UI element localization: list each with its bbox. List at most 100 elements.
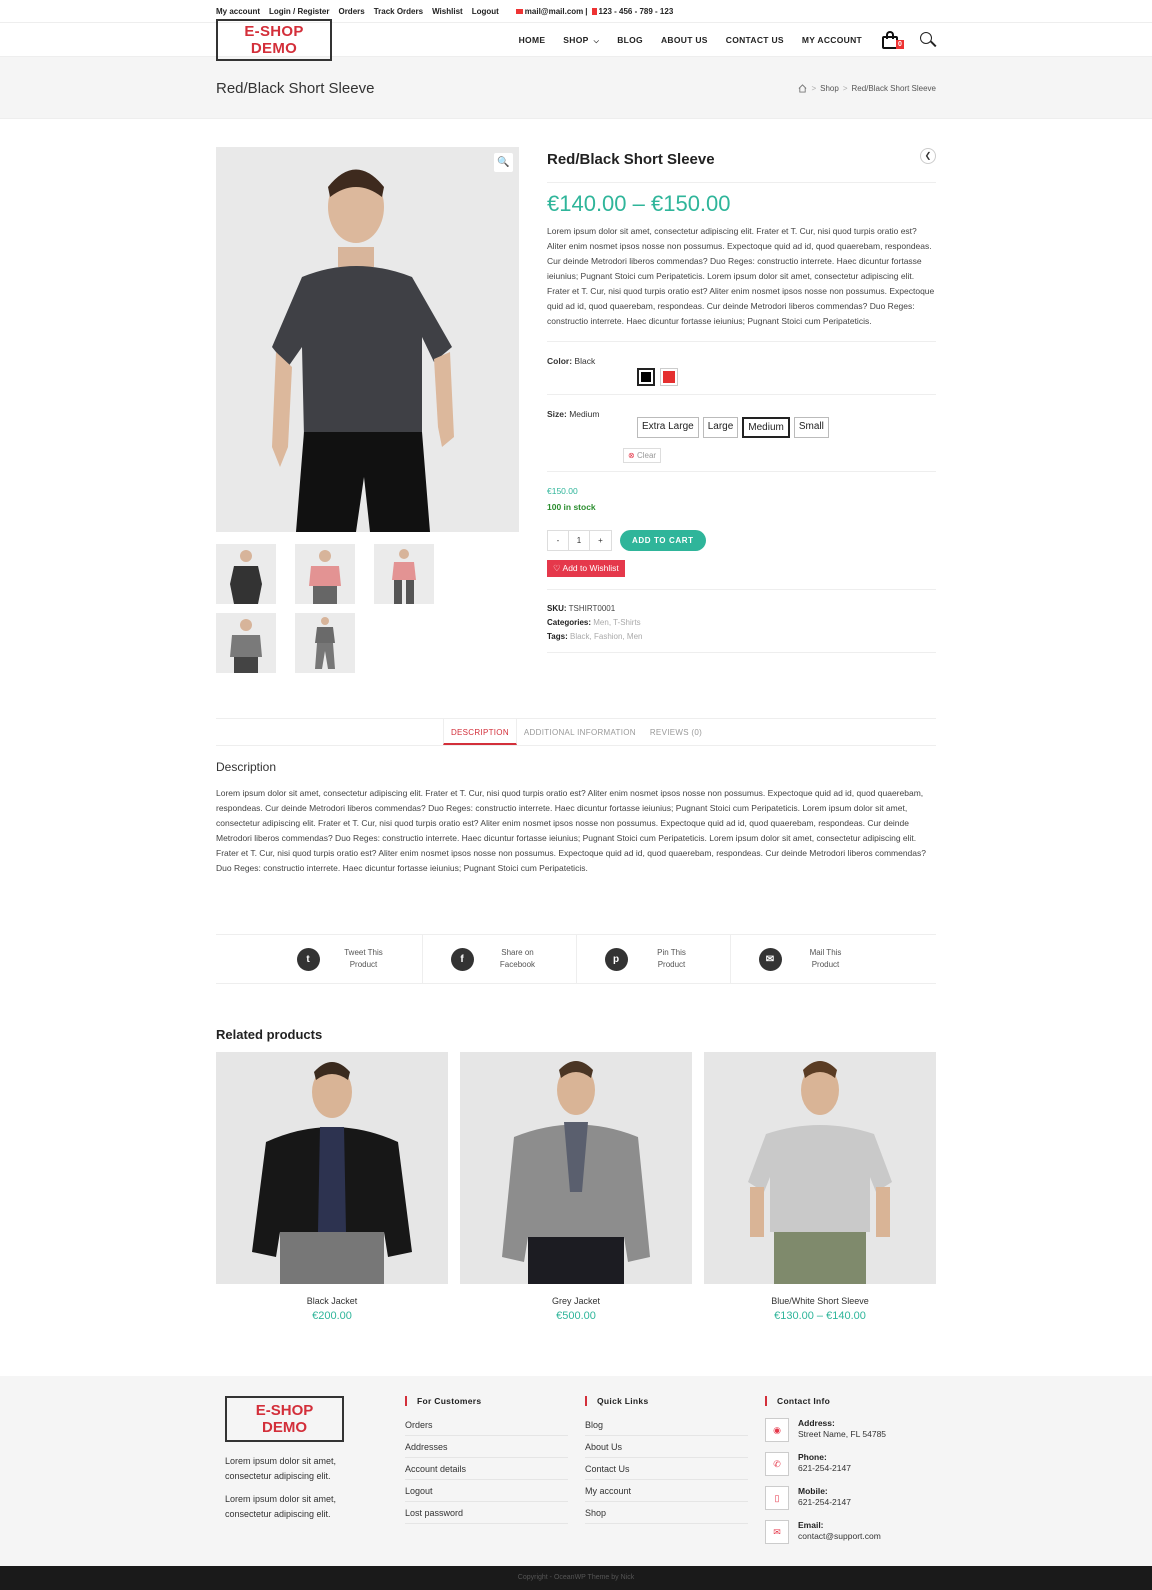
envelope-icon <box>515 9 523 14</box>
thumbnail-4[interactable] <box>216 613 276 673</box>
categories-label: Categories: <box>547 618 592 627</box>
color-label: Color: <box>547 356 573 366</box>
categories-links[interactable]: Men, T-Shirts <box>593 618 640 627</box>
footer-link-account-details[interactable]: Account details <box>405 1458 568 1480</box>
footer-link-blog[interactable]: Blog <box>585 1414 748 1436</box>
zoom-icon[interactable]: 🔍 <box>494 153 513 172</box>
share-pinterest[interactable]: p Pin This Product <box>577 935 731 983</box>
related-product-card[interactable]: Grey Jacket €500.00 <box>460 1052 692 1322</box>
footer-link-orders[interactable]: Orders <box>405 1414 568 1436</box>
tab-additional-information[interactable]: ADDITIONAL INFORMATION <box>517 719 643 745</box>
footer-quick-heading: Quick Links <box>585 1396 748 1406</box>
topbar-link-login[interactable]: Login / Register <box>269 7 329 16</box>
footer-customers: For Customers Orders Addresses Account d… <box>405 1396 568 1524</box>
footer-text-1: Lorem ipsum dolor sit amet, consectetur … <box>225 1456 337 1481</box>
main-nav: HOME SHOP ⌵ BLOG ABOUT US CONTACT US MY A… <box>501 30 937 50</box>
nav-about-us[interactable]: ABOUT US <box>661 35 708 45</box>
topbar-email[interactable]: mail@mail.com <box>525 7 584 16</box>
share-bar: t Tweet This Product f Share on Facebook p… <box>216 934 936 984</box>
email-value[interactable]: contact@support.com <box>798 1531 881 1541</box>
topbar-link-wishlist[interactable]: Wishlist <box>432 7 463 16</box>
quantity-input[interactable]: 1 <box>569 531 590 550</box>
breadcrumb-shop[interactable]: Shop <box>820 84 839 93</box>
size-option-small[interactable]: Small <box>793 417 829 438</box>
share-mail[interactable]: ✉ Mail This Product <box>731 935 884 983</box>
product-summary: Red/Black Short Sleeve ❮ €140.00 – €150.… <box>547 147 936 653</box>
share-mail-line2: Product <box>811 960 840 969</box>
related-product-name[interactable]: Black Jacket <box>216 1296 448 1306</box>
thumbnail-2[interactable] <box>295 544 355 604</box>
topbar-link-track-orders[interactable]: Track Orders <box>374 7 423 16</box>
nav-my-account[interactable]: MY ACCOUNT <box>802 35 862 45</box>
share-facebook[interactable]: f Share on Facebook <box>423 935 577 983</box>
nav-home[interactable]: HOME <box>519 35 546 45</box>
size-option-extra-large[interactable]: Extra Large <box>637 417 699 438</box>
topbar-link-my-account[interactable]: My account <box>216 7 260 16</box>
footer-link-shop[interactable]: Shop <box>585 1502 748 1524</box>
share-twitter[interactable]: t Tweet This Product <box>269 935 423 983</box>
footer-link-lost-password[interactable]: Lost password <box>405 1502 568 1524</box>
size-value: Medium <box>569 409 600 419</box>
share-twitter-line2: Product <box>349 960 378 969</box>
thumbnail-1[interactable] <box>216 544 276 604</box>
footer-about: E-SHOP DEMO Lorem ipsum dolor sit amet, … <box>225 1396 365 1522</box>
add-to-cart-row: - 1 + ADD TO CART <box>547 530 936 551</box>
size-option-medium[interactable]: Medium <box>742 417 790 438</box>
topbar-link-logout[interactable]: Logout <box>472 7 499 16</box>
footer-link-my-account[interactable]: My account <box>585 1480 748 1502</box>
nav-shop[interactable]: SHOP ⌵ <box>563 35 599 46</box>
related-product-name[interactable]: Blue/White Short Sleeve <box>704 1296 936 1306</box>
size-label: Size: <box>547 409 567 419</box>
thumbnail-3[interactable] <box>374 544 434 604</box>
related-product-image[interactable] <box>704 1052 936 1284</box>
topbar-contact: mail@mail.com | 123 - 456 - 789 - 123 <box>514 7 673 16</box>
close-icon: ⊗ <box>628 451 635 460</box>
footer-logo[interactable]: E-SHOP DEMO <box>225 1396 344 1442</box>
add-to-cart-button[interactable]: ADD TO CART <box>620 530 706 551</box>
size-option-large[interactable]: Large <box>702 417 739 438</box>
qty-plus-button[interactable]: + <box>590 531 611 550</box>
nav-blog[interactable]: BLOG <box>617 35 643 45</box>
related-product-name[interactable]: Grey Jacket <box>460 1296 692 1306</box>
tags-label: Tags: <box>547 632 568 641</box>
cart-icon[interactable]: 0 <box>880 30 905 50</box>
chevron-left-icon[interactable]: ❮ <box>920 148 936 164</box>
footer-link-addresses[interactable]: Addresses <box>405 1436 568 1458</box>
swatch-red[interactable] <box>660 368 678 386</box>
copyright: Copyright - OceanWP Theme by Nick <box>0 1566 1152 1590</box>
clear-button[interactable]: ⊗ Clear <box>623 448 662 463</box>
share-facebook-line1: Share on <box>501 948 534 957</box>
related-product-card[interactable]: Blue/White Short Sleeve €130.00 – €140.0… <box>704 1052 936 1322</box>
chevron-down-icon: ⌵ <box>593 37 600 45</box>
qty-minus-button[interactable]: - <box>548 531 569 550</box>
wishlist-label: Add to Wishlist <box>562 563 619 573</box>
tab-description[interactable]: DESCRIPTION <box>442 719 517 745</box>
map-pin-icon: ◉ <box>765 1418 789 1442</box>
product-main-image[interactable]: 🔍 <box>216 147 519 532</box>
related-product-price: €200.00 <box>312 1310 352 1322</box>
related-product-image[interactable] <box>216 1052 448 1284</box>
address-label: Address: <box>798 1418 835 1428</box>
swatch-black[interactable] <box>637 368 655 386</box>
cart-count: 0 <box>896 40 905 49</box>
contact-address: ◉ Address: Street Name, FL 54785 <box>765 1418 886 1442</box>
add-to-wishlist-button[interactable]: ♡ Add to Wishlist <box>547 560 625 577</box>
topbar-link-orders[interactable]: Orders <box>338 7 364 16</box>
related-product-image[interactable] <box>460 1052 692 1284</box>
clear-label: Clear <box>636 451 657 460</box>
related-product-card[interactable]: Black Jacket €200.00 <box>216 1052 448 1322</box>
footer-link-logout[interactable]: Logout <box>405 1480 568 1502</box>
thumbnail-5[interactable] <box>295 613 355 673</box>
footer-link-contact-us[interactable]: Contact Us <box>585 1458 748 1480</box>
site-logo[interactable]: E-SHOP DEMO <box>216 19 332 61</box>
footer-link-about-us[interactable]: About Us <box>585 1436 748 1458</box>
search-icon[interactable] <box>920 32 937 48</box>
share-pinterest-line1: Pin This <box>657 948 686 957</box>
nav-contact-us[interactable]: CONTACT US <box>726 35 784 45</box>
tab-reviews[interactable]: REVIEWS (0) <box>643 719 709 745</box>
facebook-icon: f <box>450 947 474 971</box>
heart-icon: ♡ <box>553 563 561 573</box>
share-twitter-line1: Tweet This <box>344 948 383 957</box>
tags-links[interactable]: Black, Fashion, Men <box>570 632 642 641</box>
home-icon[interactable] <box>798 83 807 93</box>
